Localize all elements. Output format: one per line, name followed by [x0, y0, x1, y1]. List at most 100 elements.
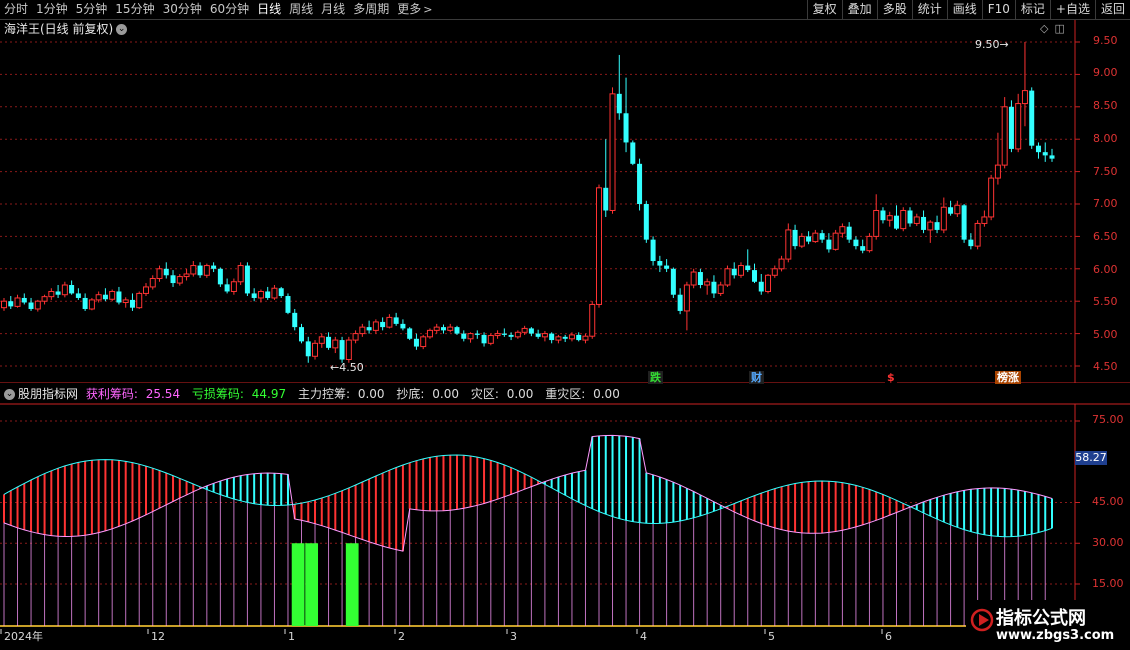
chevron-down-icon[interactable]: ⌄: [4, 389, 15, 400]
candle-up: [582, 335, 589, 341]
candle-up: [156, 268, 163, 280]
candle-up: [176, 276, 183, 284]
event-marker-rank-up[interactable]: 榜涨: [995, 371, 1021, 384]
price-tick-550: 5.50: [1093, 295, 1118, 308]
candle-down: [163, 268, 169, 276]
arrow-right-icon: →: [999, 38, 1009, 51]
candle-up: [704, 281, 711, 286]
event-marker-drop[interactable]: 跌: [648, 371, 663, 384]
candle-down: [481, 334, 487, 344]
date-tick-3: 3: [510, 630, 517, 643]
period-tabs: 分时 1分钟 5分钟 15分钟 30分钟 60分钟 日线 周线 月线 多周期 更…: [0, 0, 436, 19]
candle-down: [549, 333, 555, 341]
multi-stock-button[interactable]: 多股: [876, 0, 912, 19]
indicator-item-control-label: 主力控筹:: [297, 387, 351, 401]
price-tick-750: 7.50: [1093, 165, 1118, 178]
candle-down: [792, 229, 798, 247]
statistics-button[interactable]: 统计: [911, 0, 947, 19]
candle-down: [846, 226, 852, 240]
tab-30min[interactable]: 30分钟: [159, 0, 206, 19]
candle-down: [630, 142, 636, 164]
overlay-button[interactable]: 叠加: [841, 0, 877, 19]
candle-up: [595, 187, 602, 305]
draw-line-button[interactable]: 画线: [946, 0, 982, 19]
chevron-right-icon: >: [423, 3, 433, 16]
price-tick-450: 4.50: [1093, 360, 1118, 373]
indicator-item-disaster: 灾区: 0.00: [471, 387, 538, 401]
price-tick-950: 9.50: [1093, 34, 1118, 47]
add-watchlist-button[interactable]: +自选: [1049, 0, 1095, 19]
candle-down: [826, 239, 832, 250]
candle-down: [501, 333, 507, 335]
tab-multi-period[interactable]: 多周期: [349, 0, 393, 19]
candle-up: [940, 206, 947, 231]
candle-up: [541, 333, 548, 338]
candle-up: [95, 294, 102, 301]
back-button[interactable]: 返回: [1094, 0, 1130, 19]
restore-rights-button[interactable]: 复权: [806, 0, 842, 19]
min-price-value: 4.50: [339, 361, 364, 374]
bottom-signal-bar: [291, 543, 305, 626]
candle-up: [974, 222, 981, 247]
candle-up: [771, 268, 778, 276]
candle-up: [203, 265, 210, 276]
indicator-chart[interactable]: [0, 403, 1130, 628]
candle-down: [1042, 152, 1048, 156]
date-tick-12: 12: [151, 630, 165, 643]
candle-up: [988, 177, 995, 218]
candle-down: [806, 236, 812, 242]
candle-down: [616, 93, 622, 114]
tab-weekly[interactable]: 周线: [285, 0, 317, 19]
candle-down: [758, 281, 764, 292]
candle-down: [934, 222, 940, 230]
candle-up: [494, 333, 501, 337]
tab-60min[interactable]: 60分钟: [206, 0, 253, 19]
tab-fenshi[interactable]: 分时: [0, 0, 32, 19]
indicator-item-profit-value: 25.54: [145, 387, 181, 401]
tab-1min[interactable]: 1分钟: [32, 0, 72, 19]
date-tick-2: 2: [398, 630, 405, 643]
candle-up: [433, 326, 440, 331]
watermark-title: 指标公式网: [996, 608, 1086, 629]
indicator-name[interactable]: 股朋指标网: [18, 387, 78, 401]
candle-up: [352, 333, 359, 341]
candle-down: [129, 299, 135, 308]
tab-monthly[interactable]: 月线: [317, 0, 349, 19]
candle-up: [48, 290, 55, 298]
candle-up: [61, 284, 68, 296]
candle-down: [474, 333, 480, 335]
candle-up: [798, 235, 805, 247]
candle-down: [440, 327, 446, 331]
logo-icon: [970, 608, 994, 632]
candle-down: [197, 265, 203, 276]
candle-up: [724, 268, 731, 286]
bottom-signal-bar: [345, 543, 359, 626]
event-marker-finance[interactable]: 财: [749, 371, 764, 384]
candle-up: [487, 335, 494, 344]
candle-down: [711, 281, 717, 294]
profit-curve: [3, 434, 1053, 552]
candle-up: [142, 286, 149, 294]
bottom-signal-bar: [305, 543, 319, 626]
tab-daily[interactable]: 日线: [253, 0, 285, 19]
price-tick-800: 8.00: [1093, 132, 1118, 145]
f10-button[interactable]: F10: [981, 0, 1015, 19]
candle-down: [853, 239, 859, 247]
date-tick-1: 1: [288, 630, 295, 643]
tab-15min[interactable]: 15分钟: [111, 0, 158, 19]
mark-button[interactable]: 标记: [1014, 0, 1050, 19]
candle-up: [981, 216, 988, 224]
candlestick-chart[interactable]: [0, 20, 1130, 383]
candle-up: [866, 235, 873, 252]
candle-down: [1029, 90, 1035, 146]
candle-up: [521, 327, 528, 333]
candle-up: [690, 271, 697, 286]
candle-up: [785, 229, 792, 260]
candle-up: [717, 284, 724, 294]
event-marker-dividend[interactable]: $: [885, 371, 897, 384]
candle-down: [292, 312, 298, 328]
tab-more[interactable]: 更多 >: [393, 0, 436, 19]
candle-down: [400, 323, 406, 329]
tab-5min[interactable]: 5分钟: [72, 0, 112, 19]
candle-up: [839, 226, 846, 234]
